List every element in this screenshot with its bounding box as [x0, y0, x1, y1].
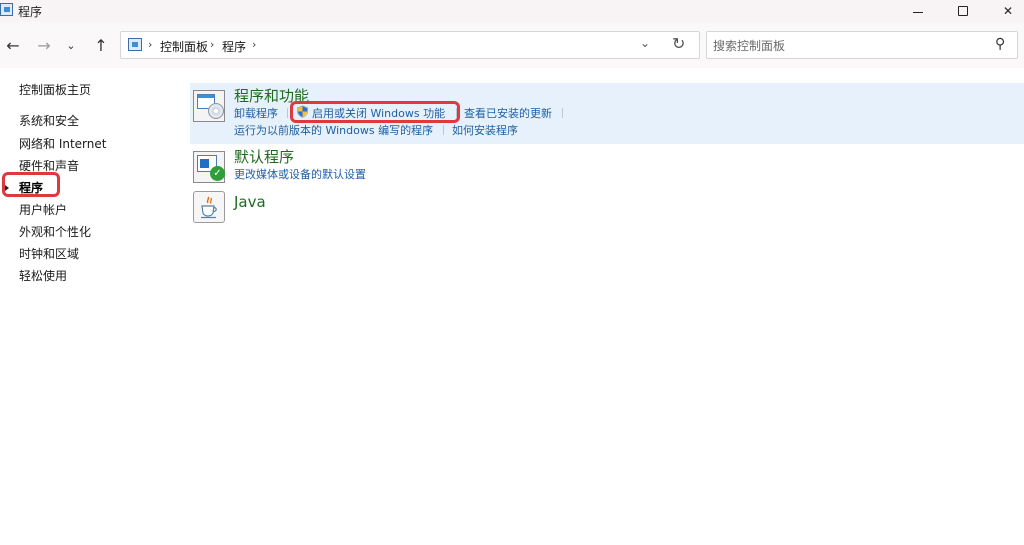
breadcrumb-separator[interactable]: › [252, 38, 256, 51]
sidebar: 控制面板主页 系统和安全 网络和 Internet 硬件和声音 程序 用户帐户 … [0, 68, 180, 545]
link-separator [562, 108, 563, 118]
maximize-button[interactable] [940, 0, 986, 22]
control-panel-icon [128, 38, 142, 51]
address-bar[interactable]: › 控制面板 › 程序 › ⌄ ↻ [120, 31, 700, 59]
maximize-icon [958, 6, 968, 16]
link-change-media-defaults[interactable]: 更改媒体或设备的默认设置 [234, 166, 366, 182]
search-icon[interactable]: ⚲ [995, 36, 1005, 52]
refresh-button[interactable]: ↻ [672, 34, 685, 53]
java-icon[interactable] [193, 191, 225, 223]
highlight-box [290, 101, 460, 123]
control-panel-icon [0, 3, 13, 16]
java-cup-icon [201, 196, 217, 219]
up-button[interactable]: ↑ [90, 35, 112, 55]
main-content: 程序和功能 卸载程序 启用或关闭 Windows 功能 查看已安装的更新 运行为… [180, 68, 1024, 545]
category-title-default-programs[interactable]: 默认程序 [234, 146, 294, 167]
sidebar-item-system-security[interactable]: 系统和安全 [19, 112, 79, 129]
breadcrumb-separator[interactable]: › [210, 38, 214, 51]
window-title: 程序 [18, 5, 43, 19]
breadcrumb-programs[interactable]: 程序 [222, 38, 246, 55]
minimize-button[interactable] [895, 0, 941, 22]
breadcrumb-control-panel[interactable]: 控制面板 [160, 38, 208, 55]
arrow-left-icon: ← [6, 35, 20, 55]
title-bar: 程序 ✕ [0, 0, 1024, 22]
link-separator [287, 108, 288, 118]
recent-locations-button[interactable]: ⌄ [60, 35, 82, 55]
sidebar-item-clock-region[interactable]: 时钟和区域 [19, 245, 79, 262]
link-how-to-install[interactable]: 如何安装程序 [452, 122, 518, 138]
link-separator [443, 125, 444, 135]
back-button[interactable]: ← [2, 35, 24, 55]
check-icon: ✓ [210, 166, 225, 181]
search-input[interactable] [713, 37, 983, 54]
sidebar-item-home[interactable]: 控制面板主页 [19, 81, 91, 98]
link-uninstall-program[interactable]: 卸载程序 [234, 105, 278, 121]
address-dropdown-button[interactable]: ⌄ [640, 36, 650, 50]
chevron-down-icon: ⌄ [66, 38, 76, 52]
navigation-bar: ← → ⌄ ↑ › 控制面板 › 程序 › ⌄ ↻ ⚲ [0, 22, 1024, 68]
refresh-icon: ↻ [672, 34, 686, 53]
arrow-up-icon: ↑ [94, 35, 108, 55]
sidebar-item-ease-of-access[interactable]: 轻松使用 [19, 267, 67, 284]
search-box[interactable]: ⚲ [706, 31, 1018, 59]
default-programs-icon[interactable]: ✓ [193, 151, 225, 183]
close-icon: ✕ [1002, 4, 1014, 18]
breadcrumb-separator[interactable]: › [148, 38, 152, 51]
close-button[interactable]: ✕ [985, 0, 1024, 22]
sidebar-item-user-accounts[interactable]: 用户帐户 [19, 201, 67, 218]
category-title-java[interactable]: Java [234, 193, 266, 211]
link-view-installed-updates[interactable]: 查看已安装的更新 [464, 105, 552, 121]
highlight-box [2, 172, 60, 197]
sidebar-item-appearance[interactable]: 外观和个性化 [19, 223, 91, 240]
forward-button[interactable]: → [33, 35, 55, 55]
link-separator [456, 108, 457, 118]
sidebar-item-network[interactable]: 网络和 Internet [19, 135, 106, 152]
minimize-icon [913, 11, 923, 13]
link-run-older-programs[interactable]: 运行为以前版本的 Windows 编写的程序 [234, 122, 433, 138]
chevron-down-icon: ⌄ [640, 36, 651, 50]
arrow-right-icon: → [37, 35, 51, 55]
programs-icon[interactable] [193, 90, 225, 122]
